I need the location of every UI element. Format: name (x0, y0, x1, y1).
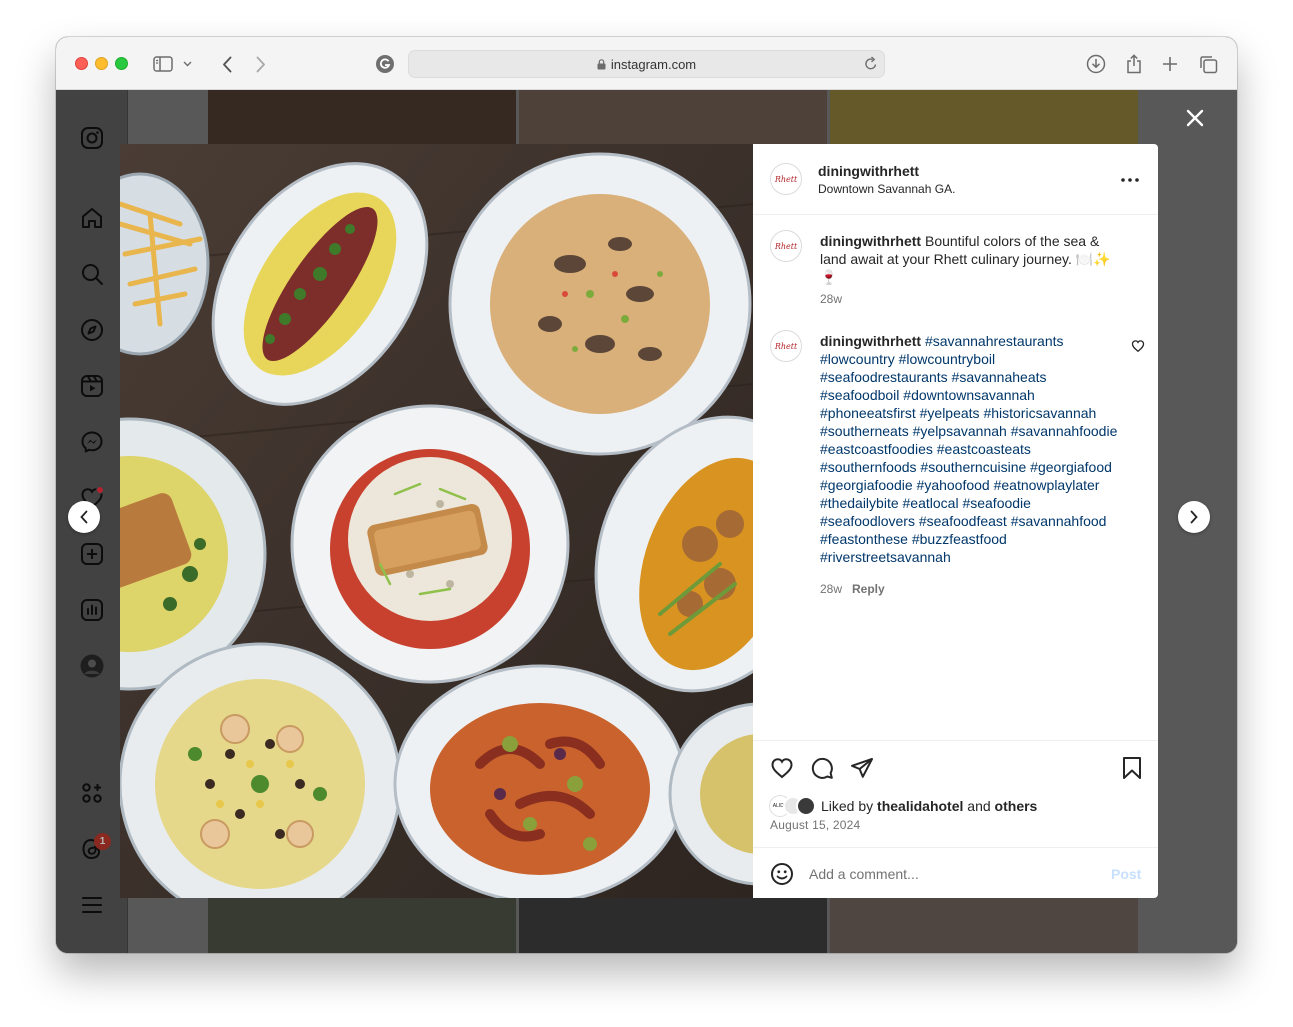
comment-input[interactable] (809, 863, 1089, 885)
author-username[interactable]: diningwithrhett (818, 163, 919, 179)
hashtag-link[interactable]: #savannaheats (952, 369, 1047, 385)
like-comment-heart-icon[interactable] (1131, 339, 1145, 353)
hashtag-link[interactable]: #savannahfoodie (1011, 423, 1118, 439)
post-details-panel: Rhett diningwithrhett Downtown Savannah … (753, 144, 1158, 898)
hashtag-link[interactable]: #downtownsavannah (903, 387, 1035, 403)
hashtag-link[interactable]: #thedailybite (820, 495, 899, 511)
more-options-icon[interactable] (1119, 169, 1141, 191)
new-tab-icon[interactable] (1157, 51, 1183, 77)
liked-by-text: Liked by thealidahotel and others (821, 798, 1038, 814)
hashtag-link[interactable]: #southerncuisine (920, 459, 1026, 475)
zoom-window-button[interactable] (115, 57, 128, 70)
liker-avatar[interactable] (796, 796, 816, 816)
share-paper-plane-icon[interactable] (849, 755, 875, 781)
hashtag-link[interactable]: #lowcountry (820, 351, 895, 367)
author-avatar[interactable]: Rhett (770, 163, 802, 195)
header-divider (753, 214, 1158, 215)
hashtag-link[interactable]: #seafoodlovers (820, 513, 915, 529)
post-caption: diningwithrhett Bountiful colors of the … (820, 232, 1125, 286)
hashtag-link[interactable]: #eastcoastfoodies (820, 441, 933, 457)
likes-others-link[interactable]: others (995, 798, 1038, 814)
hashtag-link[interactable]: #phoneeatsfirst (820, 405, 916, 421)
post-location[interactable]: Downtown Savannah GA. (818, 182, 955, 196)
hashtag-link[interactable]: #seafoodie (962, 495, 1031, 511)
hashtag-link[interactable]: #seafoodfeast (919, 513, 1007, 529)
hashtag-link[interactable]: #yahoofood (917, 477, 990, 493)
next-post-button[interactable] (1178, 501, 1210, 533)
hashtag-link[interactable]: #savannahrestaurants (925, 333, 1064, 349)
hashtag-link[interactable]: #georgiafoodie (820, 477, 913, 493)
instagram-page: 1 Rhett diningwithrhett Downtown Savanna… (56, 90, 1237, 953)
hashtag-link[interactable]: #buzzfeastfood (912, 531, 1007, 547)
comment-bubble-icon[interactable] (809, 755, 835, 781)
like-heart-icon[interactable] (769, 755, 795, 781)
hashtag-link[interactable]: #southernfoods (820, 459, 917, 475)
lock-icon (597, 58, 606, 73)
hashtag-link[interactable]: #feastonthese (820, 531, 908, 547)
url-text: instagram.com (610, 57, 697, 72)
minimize-window-button[interactable] (95, 57, 108, 70)
sidebar-toggle-icon[interactable] (150, 51, 176, 77)
liker-username[interactable]: thealidahotel (877, 798, 963, 814)
download-icon[interactable] (1083, 51, 1109, 77)
hashtag-link[interactable]: #riverstreetsavannah (820, 549, 951, 565)
reload-icon[interactable] (864, 56, 878, 76)
caption-time[interactable]: 28w (820, 292, 842, 306)
save-bookmark-icon[interactable] (1119, 755, 1145, 781)
close-modal-button[interactable] (1182, 105, 1208, 131)
actions-divider (753, 740, 1158, 741)
browser-toolbar: instagram.com (56, 37, 1237, 90)
previous-post-button[interactable] (68, 501, 100, 533)
comment-time[interactable]: 28w (820, 582, 842, 596)
hashtag-link[interactable]: #eatnowplaylater (994, 477, 1100, 493)
post-date[interactable]: August 15, 2024 (770, 818, 860, 832)
address-bar[interactable]: instagram.com (408, 50, 885, 78)
comment-composer: Post (753, 847, 1158, 898)
caption-avatar[interactable]: Rhett (770, 230, 802, 262)
caption-username[interactable]: diningwithrhett (820, 233, 921, 249)
back-arrow-icon[interactable] (214, 51, 240, 77)
hashtag-link[interactable]: #georgiafood (1030, 459, 1112, 475)
hashtag-link[interactable]: #eatlocal (903, 495, 959, 511)
browser-window: instagram.com 1 Rhett diningwithrhett Do… (56, 37, 1237, 953)
hashtag-comment: diningwithrhett #savannahrestaurants #lo… (820, 332, 1125, 566)
post-photo[interactable] (120, 144, 753, 898)
comment-username[interactable]: diningwithrhett (820, 333, 921, 349)
reply-button[interactable]: Reply (852, 582, 885, 596)
forward-arrow-icon[interactable] (248, 51, 274, 77)
emoji-smiley-icon[interactable] (769, 861, 795, 887)
post-comment-button[interactable]: Post (1111, 866, 1141, 882)
tab-overview-icon[interactable] (1195, 51, 1221, 77)
chevron-down-icon[interactable] (180, 51, 194, 77)
hashtag-link[interactable]: #historicsavannah (983, 405, 1096, 421)
extension-icon[interactable] (372, 51, 398, 77)
likes-summary: ALIDA Liked by thealidahotel and others (770, 795, 1037, 817)
hashtag-link[interactable]: #yelpeats (920, 405, 980, 421)
hashtag-link[interactable]: #yelpsavannah (913, 423, 1007, 439)
hashtag-link[interactable]: #savannahfood (1011, 513, 1107, 529)
hashtag-link[interactable]: #lowcountryboil (899, 351, 996, 367)
hashtag-link[interactable]: #seafoodboil (820, 387, 899, 403)
close-window-button[interactable] (75, 57, 88, 70)
hashtag-link[interactable]: #seafoodrestaurants (820, 369, 948, 385)
hashtag-link[interactable]: #southerneats (820, 423, 909, 439)
comment-avatar[interactable]: Rhett (770, 330, 802, 362)
comment-meta: 28w Reply (820, 582, 885, 596)
hashtag-link[interactable]: #eastcoasteats (937, 441, 1031, 457)
share-icon[interactable] (1121, 51, 1147, 77)
